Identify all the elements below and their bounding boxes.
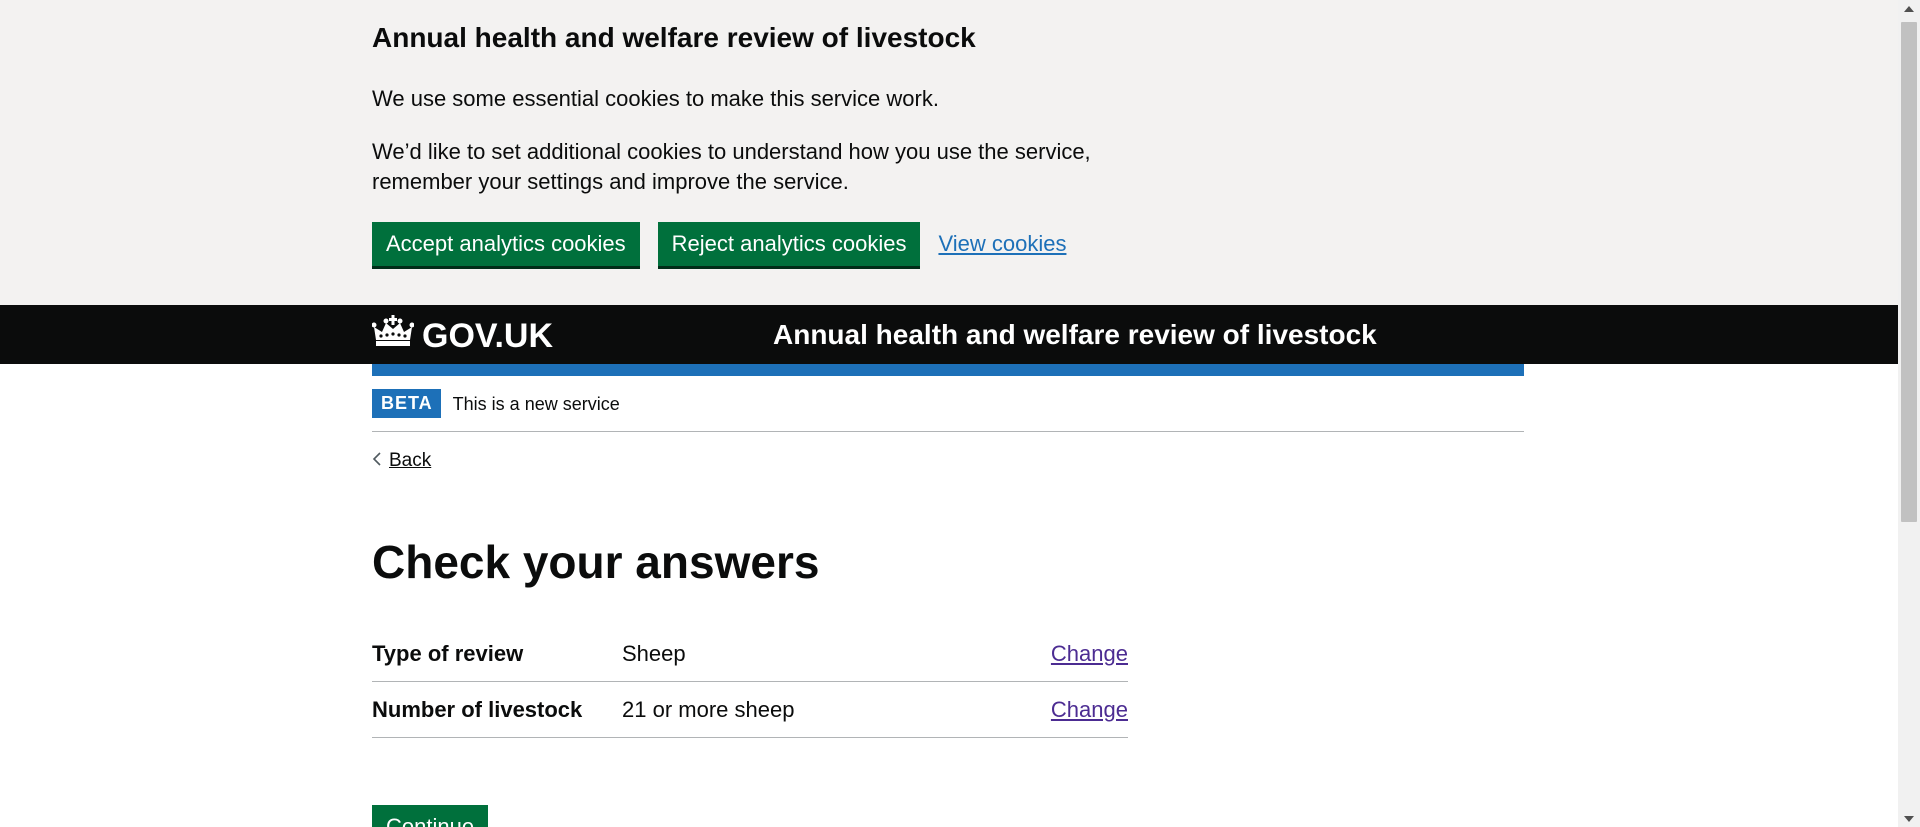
cookie-banner-text: We use some essential cookies to make th… [372,86,939,111]
summary-list: Type of review Sheep Change Number of li… [372,626,1128,738]
page: Annual health and welfare review of live… [0,0,1898,827]
summary-key: Type of review [372,640,524,666]
summary-row: Type of review Sheep Change [372,626,1128,682]
chevron-left-icon [372,450,382,472]
summary-row: Number of livestock 21 or more sheep Cha… [372,682,1128,738]
change-type-of-review-link[interactable]: Change [1051,641,1128,666]
crown-icon [371,315,415,358]
summary-value: 21 or more sheep [622,696,795,722]
scroll-up-arrow-icon[interactable] [1898,0,1920,17]
change-number-of-livestock-link[interactable]: Change [1051,697,1128,722]
cookie-banner-title: Annual health and welfare review of live… [372,22,976,53]
summary-key: Number of livestock [372,696,583,722]
scrollbar-thumb[interactable] [1901,22,1917,522]
cookie-actions: Accept analytics cookies Reject analytic… [372,222,1066,266]
back-link[interactable]: Back [372,450,431,472]
phase-banner: BETA This is a new service [372,389,1524,432]
govuk-logo-link[interactable]: GOV.UK [371,315,554,358]
page-title: Check your answers [372,536,820,588]
header-blue-bar [372,364,1524,376]
site-header: GOV.UK Annual health and welfare review … [0,305,1898,364]
summary-value: Sheep [622,640,686,666]
beta-tag: BETA [372,389,441,418]
phase-banner-text: This is a new service [452,394,620,414]
scroll-down-arrow-icon[interactable] [1898,810,1920,827]
cookie-banner: Annual health and welfare review of live… [0,0,1898,305]
continue-button[interactable]: Continue [372,805,489,827]
service-name-link[interactable]: Annual health and welfare review of live… [773,319,1377,351]
view-cookies-link[interactable]: View cookies [938,231,1066,257]
scrollbar[interactable] [1898,0,1920,827]
accept-analytics-cookies-button[interactable]: Accept analytics cookies [372,222,640,266]
reject-analytics-cookies-button[interactable]: Reject analytics cookies [657,222,921,266]
logo-text: GOV.UK [422,317,554,355]
back-link-label: Back [389,450,432,471]
cookie-banner-text-2: We’d like to set additional cookies to u… [372,139,1091,194]
